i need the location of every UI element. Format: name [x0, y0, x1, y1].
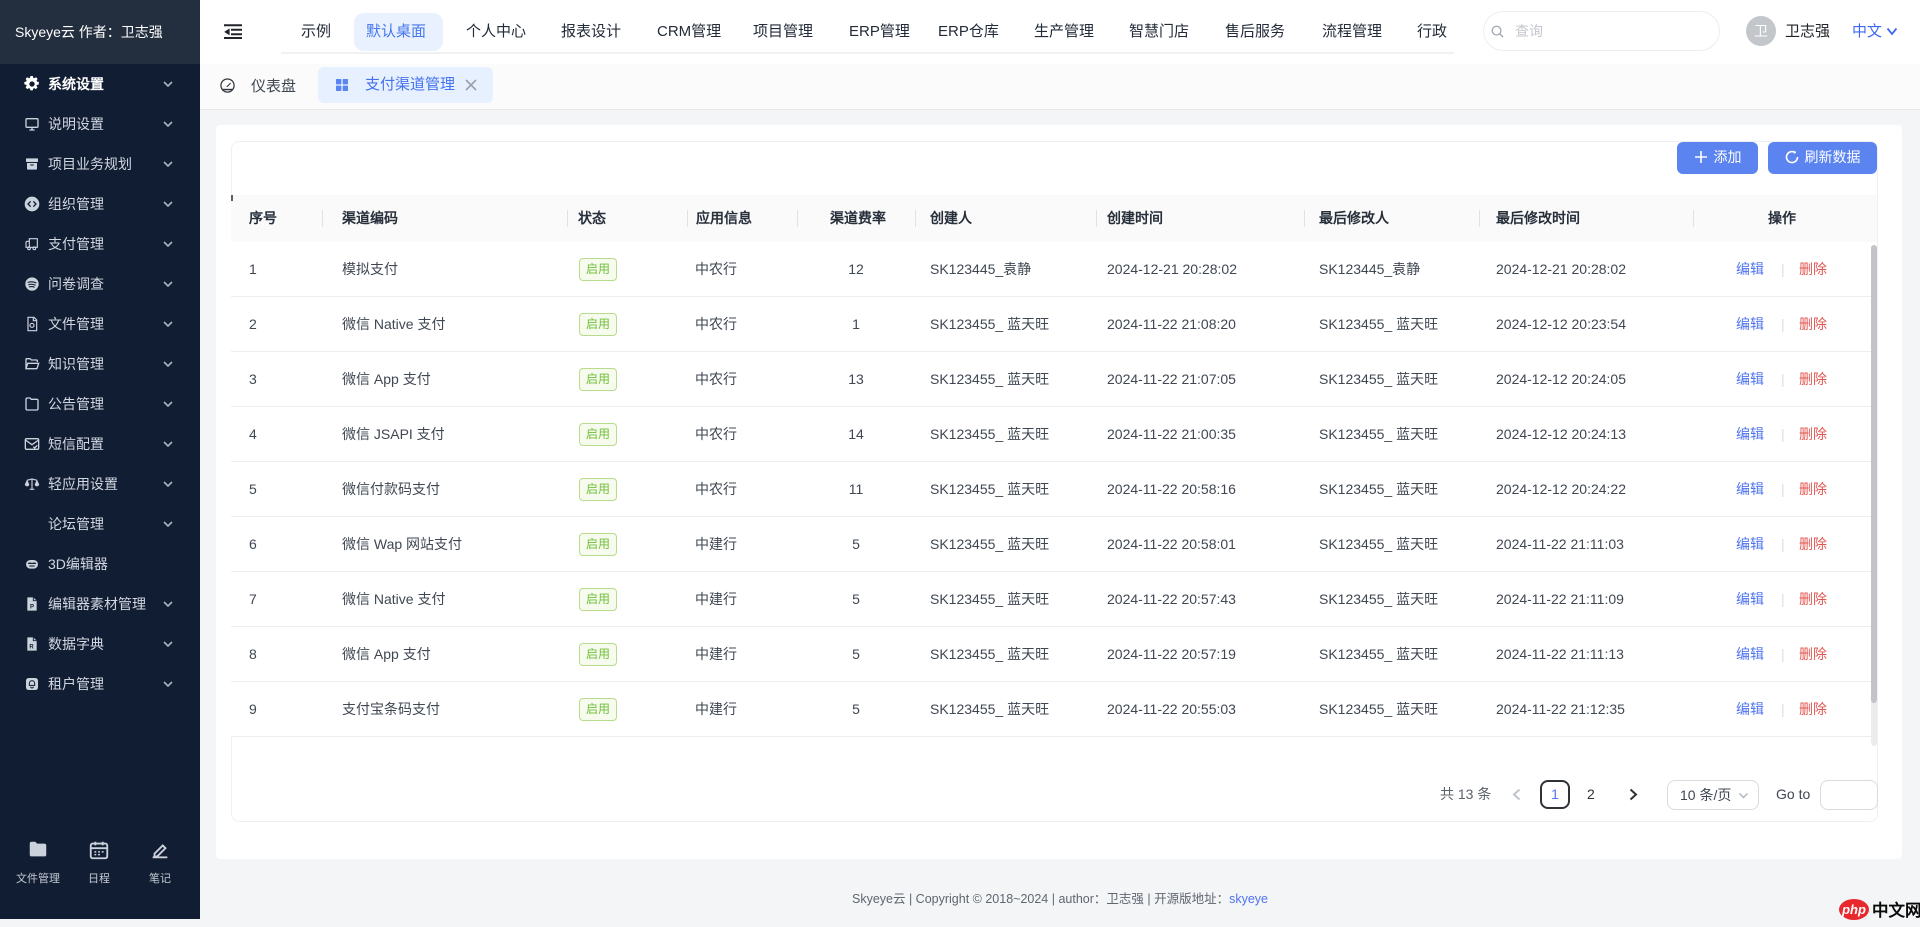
svg-text:R: R — [29, 645, 34, 651]
svg-text:P: P — [30, 605, 34, 611]
svg-text:php: php — [1841, 902, 1866, 917]
svg-text:中文网: 中文网 — [1872, 900, 1920, 920]
